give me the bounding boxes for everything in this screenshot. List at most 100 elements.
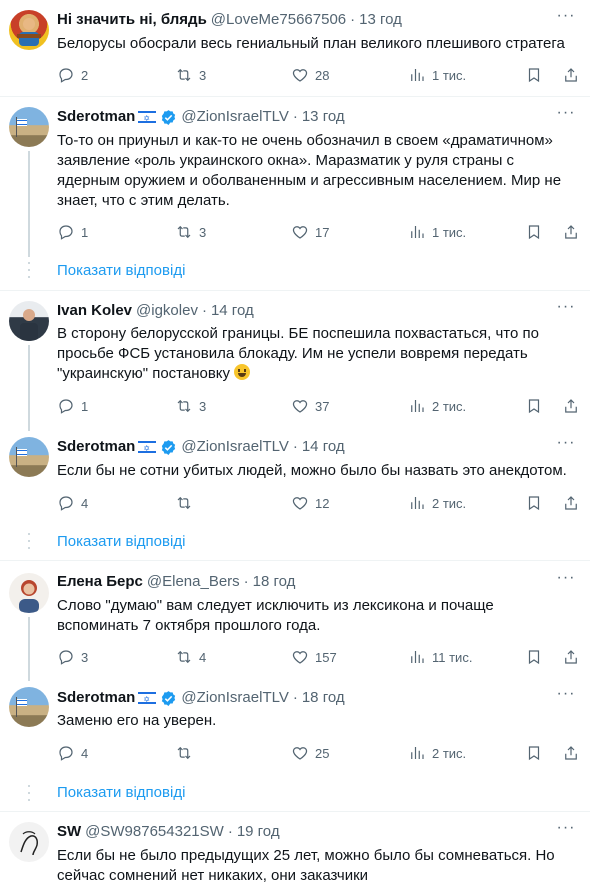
retweet-button[interactable]: 3 bbox=[175, 222, 206, 242]
avatar[interactable] bbox=[9, 687, 49, 727]
tweet-actions: 1 3 17 1 тис. bbox=[57, 222, 582, 242]
display-name[interactable]: Sderotman bbox=[57, 107, 135, 127]
views-button[interactable]: 2 тис. bbox=[408, 743, 466, 763]
bookmark-button[interactable] bbox=[525, 396, 543, 416]
share-button[interactable] bbox=[562, 396, 580, 416]
more-icon[interactable]: ··· bbox=[556, 570, 576, 591]
avatar[interactable] bbox=[9, 301, 49, 341]
reply-button[interactable]: 1 bbox=[57, 222, 88, 242]
views-button[interactable]: 2 тис. bbox=[408, 493, 466, 513]
tweet-line: ядерным оружием и оболваненным и агресси… bbox=[57, 172, 562, 189]
retweet-icon bbox=[177, 496, 191, 510]
user-handle[interactable]: @SW987654321SW bbox=[85, 822, 224, 842]
avatar[interactable] bbox=[9, 573, 49, 613]
share-button[interactable] bbox=[562, 493, 580, 513]
views-button[interactable]: 11 тис. bbox=[408, 647, 472, 667]
more-icon[interactable]: ··· bbox=[556, 686, 576, 707]
display-name[interactable]: Ні значить ні, блядь bbox=[57, 10, 207, 30]
avatar[interactable] bbox=[9, 107, 49, 147]
retweet-button[interactable] bbox=[175, 743, 193, 763]
retweet-icon bbox=[177, 746, 191, 760]
tweet-header: Sderotman @ZionIsraelTLV · 14 год bbox=[57, 437, 345, 459]
share-button[interactable] bbox=[562, 743, 580, 763]
like-button[interactable]: 17 bbox=[291, 222, 329, 242]
like-button[interactable]: 37 bbox=[291, 396, 329, 416]
separator: · bbox=[292, 689, 298, 706]
display-name[interactable]: Sderotman bbox=[57, 437, 135, 457]
display-name[interactable]: SW bbox=[57, 822, 81, 842]
heart-icon bbox=[292, 651, 308, 664]
views-button[interactable]: 1 тис. bbox=[408, 222, 466, 242]
share-button[interactable] bbox=[562, 65, 580, 85]
avatar[interactable] bbox=[9, 437, 49, 477]
user-handle[interactable]: @ZionIsraelTLV bbox=[181, 688, 288, 708]
display-name[interactable]: Елена Берс bbox=[57, 572, 143, 592]
display-name[interactable]: Ivan Kolev bbox=[57, 301, 132, 321]
share-button[interactable] bbox=[562, 222, 580, 242]
avatar[interactable] bbox=[9, 822, 49, 862]
avatar[interactable] bbox=[9, 10, 49, 50]
like-button[interactable]: 12 bbox=[291, 493, 329, 513]
reply-button[interactable]: 2 bbox=[57, 65, 88, 85]
bookmark-icon bbox=[528, 650, 540, 665]
retweet-button[interactable]: 3 bbox=[175, 65, 206, 85]
user-handle[interactable]: @LoveMe75667506 bbox=[211, 10, 346, 30]
reply-button[interactable]: 4 bbox=[57, 743, 88, 763]
show-replies-link[interactable]: Показати відповіді bbox=[57, 532, 185, 552]
retweet-button[interactable]: 3 bbox=[175, 396, 206, 416]
timestamp[interactable]: 13 год bbox=[359, 10, 402, 30]
more-icon[interactable]: ··· bbox=[556, 8, 576, 29]
share-button[interactable] bbox=[562, 647, 580, 667]
views-chart-icon bbox=[411, 400, 424, 412]
israel-flag-icon bbox=[138, 109, 157, 129]
bookmark-button[interactable] bbox=[525, 493, 543, 513]
timestamp[interactable]: 14 год bbox=[211, 301, 254, 321]
reply-icon bbox=[59, 399, 73, 414]
retweet-button[interactable]: 4 bbox=[175, 647, 206, 667]
more-icon[interactable]: ··· bbox=[556, 435, 576, 456]
like-button[interactable]: 25 bbox=[291, 743, 329, 763]
user-handle[interactable]: @igkolev bbox=[136, 301, 198, 321]
timestamp[interactable]: 18 год bbox=[253, 572, 296, 592]
bookmark-icon bbox=[528, 746, 540, 761]
like-button[interactable]: 157 bbox=[291, 647, 337, 667]
thread-dots bbox=[28, 785, 30, 801]
more-icon[interactable]: ··· bbox=[556, 105, 576, 126]
timestamp[interactable]: 19 год bbox=[237, 822, 280, 842]
view-count: 1 тис. bbox=[432, 224, 467, 240]
show-replies-link[interactable]: Показати відповіді bbox=[57, 261, 185, 281]
tweet-line: Если бы не было предыдущих 25 лет, можно… bbox=[57, 847, 555, 864]
user-handle[interactable]: @Elena_Bers bbox=[147, 572, 240, 592]
tweet-actions: 4 25 2 тис. bbox=[57, 743, 582, 763]
timestamp[interactable]: 14 год bbox=[302, 437, 345, 457]
view-count: 2 тис. bbox=[432, 398, 467, 414]
reply-button[interactable]: 1 bbox=[57, 396, 88, 416]
reply-button[interactable]: 3 bbox=[57, 647, 88, 667]
tweet-actions: 4 12 2 тис. bbox=[57, 493, 582, 513]
bookmark-button[interactable] bbox=[525, 743, 543, 763]
thread-line bbox=[28, 617, 30, 681]
display-name[interactable]: Sderotman bbox=[57, 688, 135, 708]
person-photo-icon bbox=[20, 309, 38, 341]
bookmark-button[interactable] bbox=[525, 65, 543, 85]
more-icon[interactable]: ··· bbox=[556, 299, 576, 320]
heart-icon bbox=[292, 226, 308, 239]
heart-icon bbox=[292, 69, 308, 82]
bookmark-button[interactable] bbox=[525, 647, 543, 667]
views-button[interactable]: 1 тис. bbox=[408, 65, 466, 85]
reply-button[interactable]: 4 bbox=[57, 493, 88, 513]
timestamp[interactable]: 13 год bbox=[302, 107, 345, 127]
views-button[interactable]: 2 тис. bbox=[408, 396, 466, 416]
more-icon[interactable]: ··· bbox=[556, 820, 576, 841]
bookmark-button[interactable] bbox=[525, 222, 543, 242]
tweet-header: Ні значить ні, блядь @LoveMe75667506 · 1… bbox=[57, 10, 402, 30]
timestamp[interactable]: 18 год bbox=[302, 688, 345, 708]
heart-icon bbox=[292, 400, 308, 413]
user-handle[interactable]: @ZionIsraelTLV bbox=[181, 107, 288, 127]
show-replies-link[interactable]: Показати відповіді bbox=[57, 783, 185, 803]
user-handle[interactable]: @ZionIsraelTLV bbox=[181, 437, 288, 457]
retweet-button[interactable] bbox=[175, 493, 193, 513]
tweet-header: Sderotman @ZionIsraelTLV · 13 год bbox=[57, 107, 345, 129]
like-button[interactable]: 28 bbox=[291, 65, 329, 85]
separator: · bbox=[292, 108, 298, 125]
